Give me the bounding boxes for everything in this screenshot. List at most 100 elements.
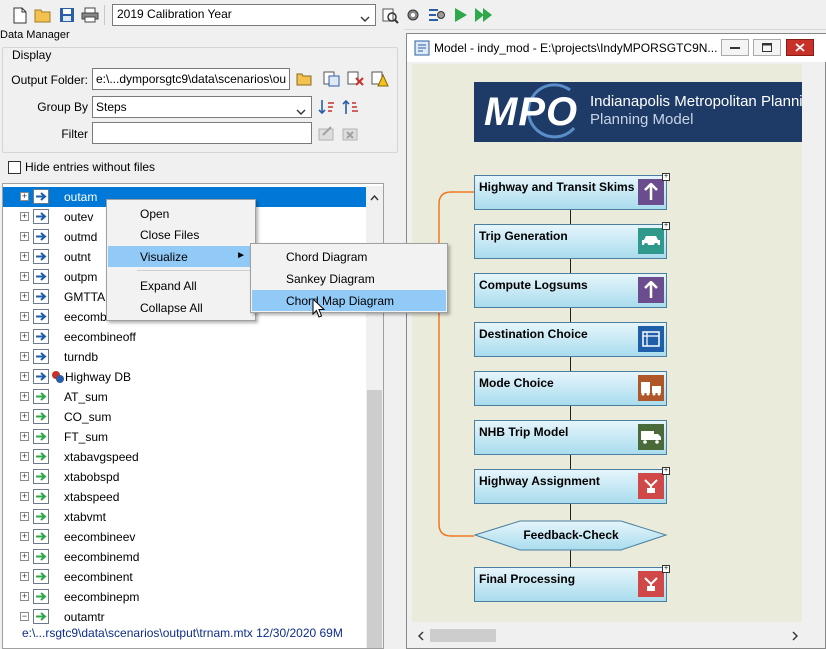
expand-icon[interactable]: + [20,392,29,401]
tree-item[interactable]: + eecombinent [3,567,367,587]
zoom-icon[interactable] [380,5,400,25]
chevron-up-icon[interactable] [370,190,379,204]
tree-item[interactable]: + eecombineev [3,527,367,547]
expand-icon[interactable]: + [20,472,29,481]
expand-plus-icon[interactable]: + [662,222,670,230]
step-trip-generation[interactable]: Trip Generation + [474,222,670,259]
chevron-right-icon: ► [236,250,246,261]
tree-scrollbar-thumb[interactable] [367,390,382,648]
run-icon[interactable] [451,5,471,25]
menu-item-label: Expand All [140,279,197,293]
tree-item[interactable]: + eecombineoff [3,327,367,347]
new-file-icon[interactable] [10,5,30,25]
step-settings-icon[interactable] [427,5,447,25]
apply-filter-icon[interactable] [315,122,337,144]
step-compute-logsums[interactable]: Compute Logsums [474,273,667,308]
expand-icon[interactable]: + [20,312,29,321]
expand-icon[interactable]: + [20,592,29,601]
checkbox-box[interactable] [8,160,21,174]
step-destination-choice[interactable]: Destination Choice [474,322,667,357]
step-final-processing[interactable]: Final Processing + [474,565,670,602]
chevron-left-icon[interactable] [418,630,424,644]
file-entry[interactable]: e:\...rsgtc9\data\scenarios\output\trnam… [22,626,343,640]
step-mode-choice[interactable]: Mode Choice [474,371,667,406]
expand-plus-icon[interactable]: + [662,173,670,181]
tree-item[interactable]: + xtabvmt [3,507,367,527]
open-folder-icon[interactable] [33,5,53,25]
hide-entries-checkbox[interactable]: Hide entries without files [8,160,155,174]
sort-up-icon[interactable] [339,96,361,118]
run-all-icon[interactable] [474,5,494,25]
tree-item[interactable]: + eecombinemd [3,547,367,567]
expand-icon[interactable]: + [20,532,29,541]
tree-item[interactable]: + Highway DB [3,367,367,387]
warning-files-icon[interactable] [369,68,391,90]
highway-db-icon [33,369,49,384]
tree-item[interactable]: + xtabobspd [3,467,367,487]
submenu-item-chord-map-diagram[interactable]: Chord Map Diagram [252,290,446,311]
settings-icon[interactable] [403,5,423,25]
expand-icon[interactable]: + [20,372,29,381]
maximize-button[interactable] [753,39,781,56]
tree-item[interactable]: + FT_sum [3,427,367,447]
step-highway-transit-skims[interactable]: Highway and Transit Skims + [474,173,670,210]
step-nhb-trip-model[interactable]: NHB Trip Model [474,420,667,455]
green-arrow-icon [33,409,49,424]
submenu-item-sankey-diagram[interactable]: Sankey Diagram [252,268,446,289]
filter-input[interactable] [92,122,312,144]
browse-folder-icon[interactable] [293,68,315,90]
tree-item[interactable]: + xtabspeed [3,487,367,507]
expand-icon[interactable]: + [20,292,29,301]
tree-item-label: xtabvmt [64,510,107,524]
menu-item-visualize[interactable]: Visualize ► [108,246,254,267]
tree-item-label: outmd [64,230,98,244]
expand-icon[interactable]: + [20,512,29,521]
expand-icon[interactable]: + [20,332,29,341]
expand-plus-icon[interactable]: + [662,467,670,475]
menu-item-close-files[interactable]: Close Files [108,224,254,245]
add-files-icon[interactable] [321,68,343,90]
sort-down-icon[interactable] [315,96,337,118]
tree-item[interactable]: + turndb [3,347,367,367]
collapse-icon[interactable]: − [20,612,29,621]
calibration-year-select[interactable]: 2019 Calibration Year [112,4,376,26]
group-by-select[interactable]: Steps [92,96,312,118]
clear-filter-icon[interactable] [339,122,361,144]
tree-item[interactable]: + eecombinepm [3,587,367,607]
expand-icon[interactable]: + [20,232,29,241]
remove-files-icon[interactable] [345,68,367,90]
expand-icon[interactable]: + [20,192,29,201]
menu-item-label: Sankey Diagram [286,272,375,286]
expand-icon[interactable]: + [20,272,29,281]
expand-icon[interactable]: + [20,452,29,461]
arrow-right-icon [33,229,49,244]
expand-icon[interactable]: + [20,572,29,581]
chevron-right-icon[interactable] [792,630,798,644]
tree-item[interactable]: − outamtr [3,607,367,627]
expand-icon[interactable]: + [20,552,29,561]
expand-plus-icon[interactable]: + [662,565,670,573]
menu-item-collapse-all[interactable]: Collapse All [108,297,254,318]
tree-item-label: xtabavgspeed [64,450,139,464]
step-highway-assignment[interactable]: Highway Assignment + [474,467,670,504]
minimize-button[interactable] [721,39,749,56]
close-button[interactable] [786,39,814,56]
model-hscrollbar-thumb[interactable] [430,629,496,642]
tree-item[interactable]: + CO_sum [3,407,367,427]
submenu-item-chord-diagram[interactable]: Chord Diagram [252,246,446,267]
output-folder-field[interactable]: e:\...dymporsgtc9\data\scenarios\ou [92,68,290,90]
tree-item[interactable]: + AT_sum [3,387,367,407]
expand-icon[interactable]: + [20,252,29,261]
print-icon[interactable] [80,5,100,25]
expand-icon[interactable]: + [20,212,29,221]
expand-icon[interactable]: + [20,432,29,441]
menu-item-expand-all[interactable]: Expand All [108,275,254,296]
save-icon[interactable] [57,5,77,25]
menu-item-open[interactable]: Open [108,203,254,224]
tree-item[interactable]: + xtabavgspeed [3,447,367,467]
expand-icon[interactable]: + [20,492,29,501]
expand-icon[interactable]: + [20,352,29,361]
expand-icon[interactable]: + [20,412,29,421]
step-label: NHB Trip Model [479,425,569,439]
model-vscrollbar[interactable] [803,64,825,626]
